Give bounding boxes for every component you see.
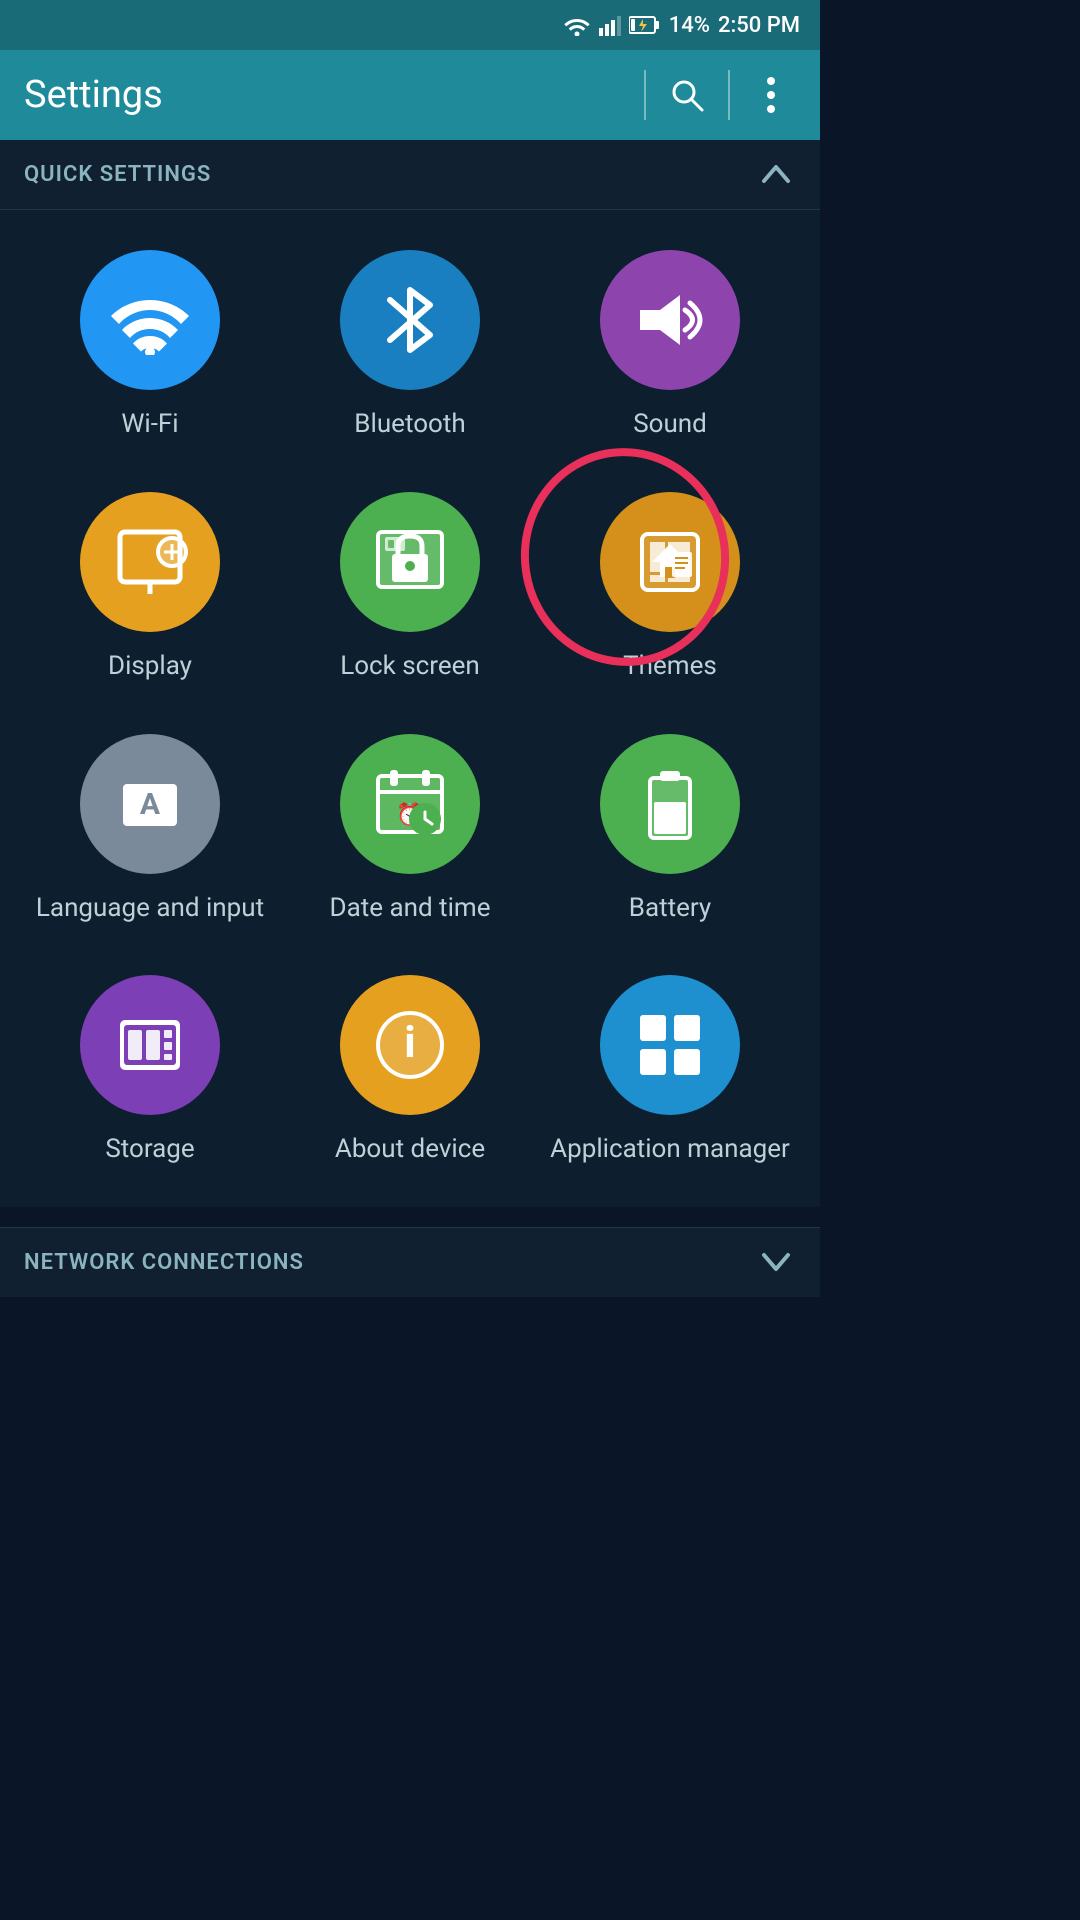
setting-item-battery[interactable]: Battery	[550, 734, 790, 926]
display-circle	[80, 492, 220, 632]
status-icons: 14% 2:50 PM	[563, 13, 800, 38]
sound-icon	[630, 285, 710, 355]
storage-circle	[80, 975, 220, 1115]
network-connections-title: NETWORK CONNECTIONS	[24, 1250, 304, 1275]
wifi-circle	[80, 250, 220, 390]
signal-icon	[599, 14, 621, 36]
bluetooth-icon	[380, 280, 440, 360]
storage-icon	[110, 1005, 190, 1085]
setting-item-wifi[interactable]: Wi-Fi	[30, 250, 270, 442]
display-label: Display	[108, 650, 192, 684]
lockscreen-circle	[340, 492, 480, 632]
battery-status-icon	[629, 14, 661, 36]
language-label: Language and input	[36, 892, 264, 926]
themes-label: Themes	[623, 650, 717, 684]
display-icon	[110, 522, 190, 602]
appmanager-label: Application manager	[550, 1133, 790, 1167]
chevron-down-icon	[756, 1241, 796, 1281]
appmanager-circle	[600, 975, 740, 1115]
bluetooth-circle	[340, 250, 480, 390]
current-time: 2:50 PM	[718, 13, 800, 38]
battery-percentage: 14%	[669, 13, 710, 38]
setting-item-storage[interactable]: Storage	[30, 975, 270, 1167]
battery-label: Battery	[629, 892, 711, 926]
battery-circle	[600, 734, 740, 874]
more-icon	[766, 76, 776, 114]
setting-item-datetime[interactable]: ⏰ Date and time	[290, 734, 530, 926]
divider	[644, 70, 646, 120]
setting-item-lockscreen[interactable]: Lock screen	[290, 492, 530, 684]
search-icon	[668, 76, 706, 114]
datetime-label: Date and time	[330, 892, 491, 926]
svg-text:A: A	[140, 787, 161, 822]
battery-icon	[640, 764, 700, 844]
setting-item-language[interactable]: A Language and input	[30, 734, 270, 926]
divider2	[728, 70, 730, 120]
collapse-button[interactable]	[756, 153, 796, 197]
setting-item-bluetooth[interactable]: Bluetooth	[290, 250, 530, 442]
app-bar: Settings	[0, 50, 820, 140]
themes-circle	[600, 492, 740, 632]
quick-settings-header: QUICK SETTINGS	[0, 140, 820, 210]
status-bar: 14% 2:50 PM	[0, 0, 820, 50]
wifi-label: Wi-Fi	[121, 408, 178, 442]
bluetooth-label: Bluetooth	[354, 408, 465, 442]
network-expand-button[interactable]	[756, 1241, 796, 1285]
setting-item-display[interactable]: Display	[30, 492, 270, 684]
more-options-button[interactable]	[746, 70, 796, 120]
svg-text:i: i	[404, 1016, 416, 1068]
storage-label: Storage	[105, 1133, 194, 1167]
about-icon: i	[370, 1005, 450, 1085]
search-button[interactable]	[662, 70, 712, 120]
page-title: Settings	[24, 73, 628, 117]
sound-label: Sound	[633, 408, 707, 442]
setting-item-sound[interactable]: Sound	[550, 250, 790, 442]
quick-settings-title: QUICK SETTINGS	[24, 162, 211, 187]
about-circle: i	[340, 975, 480, 1115]
sound-circle	[600, 250, 740, 390]
datetime-icon: ⏰	[370, 764, 450, 844]
themes-icon	[630, 522, 710, 602]
network-connections-header: NETWORK CONNECTIONS	[0, 1227, 820, 1297]
chevron-up-icon	[756, 153, 796, 193]
quick-settings-grid: Wi-Fi Bluetooth Sound	[0, 210, 820, 1207]
lockscreen-label: Lock screen	[340, 650, 480, 684]
wifi-status-icon	[563, 14, 591, 36]
lockscreen-icon	[370, 522, 450, 602]
language-circle: A	[80, 734, 220, 874]
datetime-circle: ⏰	[340, 734, 480, 874]
setting-item-themes[interactable]: Themes	[550, 492, 790, 684]
wifi-icon	[110, 285, 190, 355]
setting-item-about[interactable]: i About device	[290, 975, 530, 1167]
about-label: About device	[335, 1133, 485, 1167]
language-icon: A	[115, 769, 185, 839]
appmanager-icon	[630, 1005, 710, 1085]
setting-item-appmanager[interactable]: Application manager	[550, 975, 790, 1167]
